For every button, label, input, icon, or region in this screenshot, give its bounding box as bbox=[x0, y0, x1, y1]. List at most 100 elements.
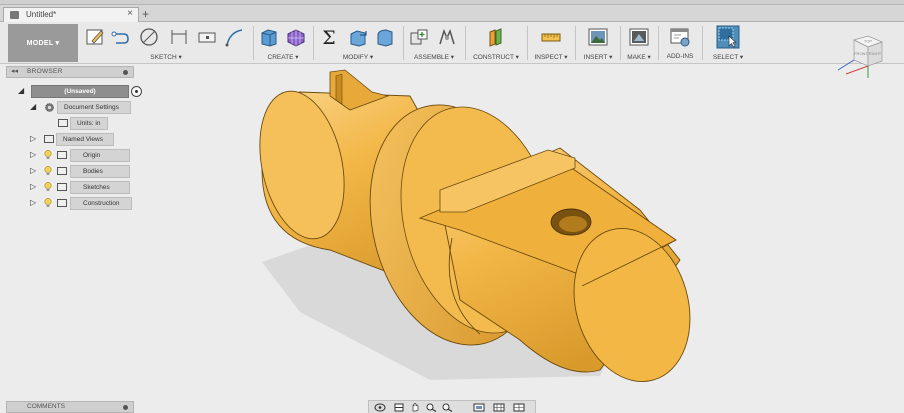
expand-right-icon[interactable]: ▷ bbox=[30, 198, 36, 207]
fillet-icon[interactable] bbox=[374, 26, 396, 48]
units-label: Units: in bbox=[70, 117, 108, 130]
expand-down-icon[interactable]: ◢ bbox=[18, 86, 24, 95]
expand-down-icon[interactable]: ◢ bbox=[30, 102, 36, 111]
modify-group[interactable]: Σ MODIFY ▾ bbox=[316, 24, 400, 62]
browser-header[interactable]: ◂◂ BROWSER bbox=[6, 66, 134, 78]
select-label[interactable]: SELECT ▾ bbox=[705, 53, 751, 61]
close-tab-icon[interactable]: × bbox=[127, 8, 133, 19]
form-icon[interactable] bbox=[285, 26, 307, 48]
notch-wall bbox=[335, 73, 343, 105]
look-at-icon[interactable] bbox=[393, 403, 405, 412]
new-tab-icon[interactable]: + bbox=[142, 8, 149, 20]
separator bbox=[527, 26, 528, 60]
visibility-bulb-icon[interactable] bbox=[44, 182, 52, 192]
pin-icon[interactable] bbox=[123, 70, 128, 75]
construction-label: Construction bbox=[70, 197, 132, 210]
folder-icon bbox=[57, 199, 67, 207]
insert-group[interactable]: INSERT ▾ bbox=[578, 24, 618, 62]
3d-print-icon[interactable] bbox=[628, 26, 650, 48]
viewports-icon[interactable] bbox=[513, 403, 525, 412]
construct-group[interactable]: CONSTRUCT ▾ bbox=[468, 24, 524, 62]
separator bbox=[253, 26, 254, 60]
browser-item-document-settings[interactable]: ◢ Document Settings bbox=[30, 101, 134, 114]
create-sketch-icon[interactable] bbox=[84, 26, 106, 48]
scripts-icon[interactable] bbox=[669, 26, 691, 48]
workspace-dropdown[interactable]: MODEL ▾ bbox=[8, 24, 78, 62]
add-ins-group[interactable]: ADD-INS bbox=[661, 24, 699, 62]
expand-right-icon[interactable]: ▷ bbox=[30, 150, 36, 159]
canvas-viewport[interactable] bbox=[240, 60, 700, 400]
collapse-icon[interactable]: ◂◂ bbox=[11, 67, 18, 75]
separator bbox=[403, 26, 404, 60]
folder-icon bbox=[57, 167, 67, 175]
visibility-bulb-icon[interactable] bbox=[44, 166, 52, 176]
browser-item-origin[interactable]: ▷ Origin bbox=[30, 149, 130, 162]
expand-right-icon[interactable]: ▷ bbox=[30, 182, 36, 191]
named-views-label: Named Views bbox=[56, 133, 114, 146]
circle-icon[interactable] bbox=[138, 26, 160, 48]
orbit-icon[interactable] bbox=[374, 403, 386, 412]
sketch-label[interactable]: SKETCH ▾ bbox=[82, 53, 250, 61]
tab-bar: Untitled* × + bbox=[0, 5, 904, 22]
create-group[interactable]: CREATE ▾ bbox=[256, 24, 310, 62]
fit-icon[interactable] bbox=[441, 403, 453, 412]
separator bbox=[313, 26, 314, 60]
assemble-group[interactable]: ASSEMBLE ▾ bbox=[406, 24, 462, 62]
browser-item-bodies[interactable]: ▷ Bodies bbox=[30, 165, 130, 178]
gear-icon bbox=[45, 103, 54, 112]
box-icon[interactable] bbox=[258, 26, 280, 48]
zoom-icon[interactable] bbox=[425, 403, 437, 412]
separator bbox=[465, 26, 466, 60]
spline-icon[interactable] bbox=[224, 26, 246, 48]
browser-item-units[interactable]: Units: in bbox=[54, 117, 114, 130]
view-cube[interactable]: TOP FRONT RIGHT bbox=[832, 34, 888, 82]
sketch-group[interactable]: SKETCH ▾ bbox=[82, 24, 250, 62]
document-icon bbox=[58, 119, 68, 127]
select-group[interactable]: SELECT ▾ bbox=[705, 24, 751, 62]
browser-item-sketches[interactable]: ▷ Sketches bbox=[30, 181, 130, 194]
browser-title: BROWSER bbox=[27, 68, 63, 75]
joint-icon[interactable] bbox=[436, 26, 458, 48]
display-settings-icon[interactable] bbox=[473, 403, 485, 412]
measure-icon[interactable] bbox=[540, 26, 562, 48]
viewcube-front-label[interactable]: FRONT bbox=[854, 51, 868, 56]
new-component-icon[interactable] bbox=[408, 26, 430, 48]
dimension-icon[interactable] bbox=[168, 26, 190, 48]
separator bbox=[658, 26, 659, 60]
inspect-group[interactable]: INSPECT ▾ bbox=[530, 24, 572, 62]
viewcube-right-label[interactable]: RIGHT bbox=[869, 51, 882, 56]
pan-icon[interactable] bbox=[409, 403, 421, 412]
origin-label: Origin bbox=[70, 149, 130, 162]
offset-plane-icon[interactable] bbox=[485, 26, 507, 48]
document-tab-title: Untitled* bbox=[26, 10, 57, 19]
folder-icon bbox=[57, 151, 67, 159]
insert-image-icon[interactable] bbox=[587, 26, 609, 48]
comments-panel[interactable]: COMMENTS bbox=[6, 401, 134, 413]
press-pull-icon[interactable] bbox=[347, 26, 369, 48]
activate-component-icon[interactable] bbox=[131, 86, 142, 97]
separator bbox=[575, 26, 576, 60]
grid-snaps-icon[interactable] bbox=[493, 403, 505, 412]
document-tab[interactable]: Untitled* × bbox=[3, 7, 139, 22]
rectangle-icon[interactable] bbox=[196, 26, 218, 48]
root-component-label[interactable]: (Unsaved) bbox=[31, 85, 129, 98]
folder-icon bbox=[44, 135, 54, 143]
toolbar: MODEL ▾ SKETCH ▾ CREATE ▾ Σ MODIFY ▾ ASS… bbox=[0, 22, 904, 64]
browser-item-construction[interactable]: ▷ Construction bbox=[30, 197, 134, 210]
separator bbox=[620, 26, 621, 60]
line-icon[interactable] bbox=[110, 26, 132, 48]
make-group[interactable]: MAKE ▾ bbox=[623, 24, 655, 62]
browser-root[interactable]: ◢ (Unsaved) bbox=[18, 85, 142, 98]
select-icon[interactable] bbox=[716, 25, 740, 49]
expand-right-icon[interactable]: ▷ bbox=[30, 134, 36, 143]
viewcube-top-label[interactable]: TOP bbox=[864, 39, 872, 44]
pin-icon[interactable] bbox=[123, 405, 128, 410]
separator bbox=[702, 26, 703, 60]
add-ins-label[interactable]: ADD-INS bbox=[661, 53, 699, 60]
browser-item-named-views[interactable]: ▷ Named Views bbox=[30, 133, 130, 146]
folder-icon bbox=[57, 183, 67, 191]
sigma-icon[interactable]: Σ bbox=[318, 26, 340, 48]
expand-right-icon[interactable]: ▷ bbox=[30, 166, 36, 175]
visibility-bulb-icon[interactable] bbox=[44, 150, 52, 160]
visibility-bulb-icon[interactable] bbox=[44, 198, 52, 208]
